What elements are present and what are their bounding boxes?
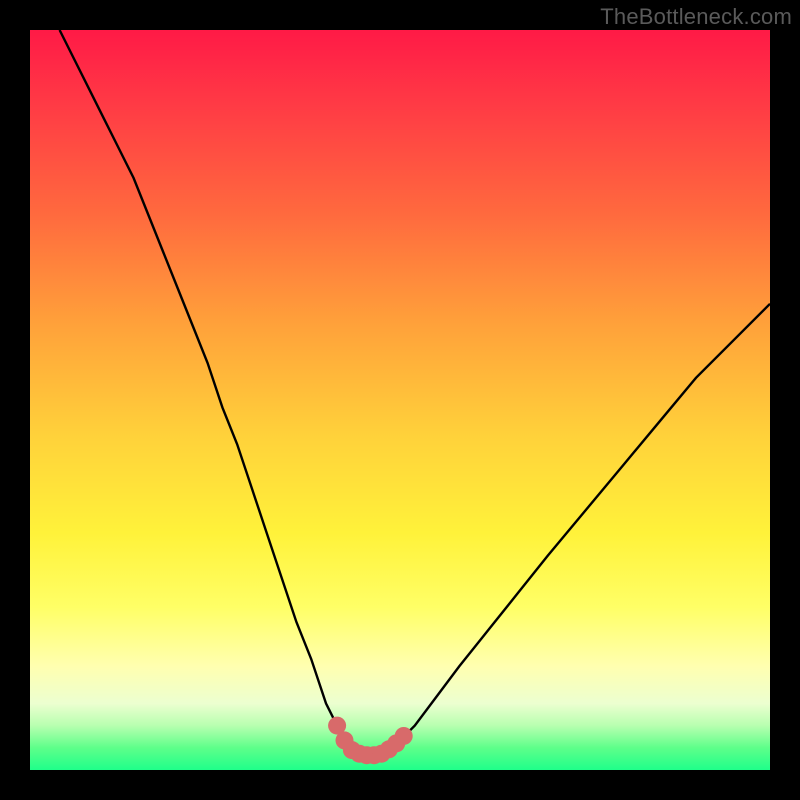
outer-frame: TheBottleneck.com (0, 0, 800, 800)
curve-marker (395, 727, 413, 745)
chart-svg (30, 30, 770, 770)
curve-markers (328, 717, 413, 765)
plot-area (30, 30, 770, 770)
watermark-text: TheBottleneck.com (600, 4, 792, 30)
bottleneck-curve (60, 30, 770, 755)
